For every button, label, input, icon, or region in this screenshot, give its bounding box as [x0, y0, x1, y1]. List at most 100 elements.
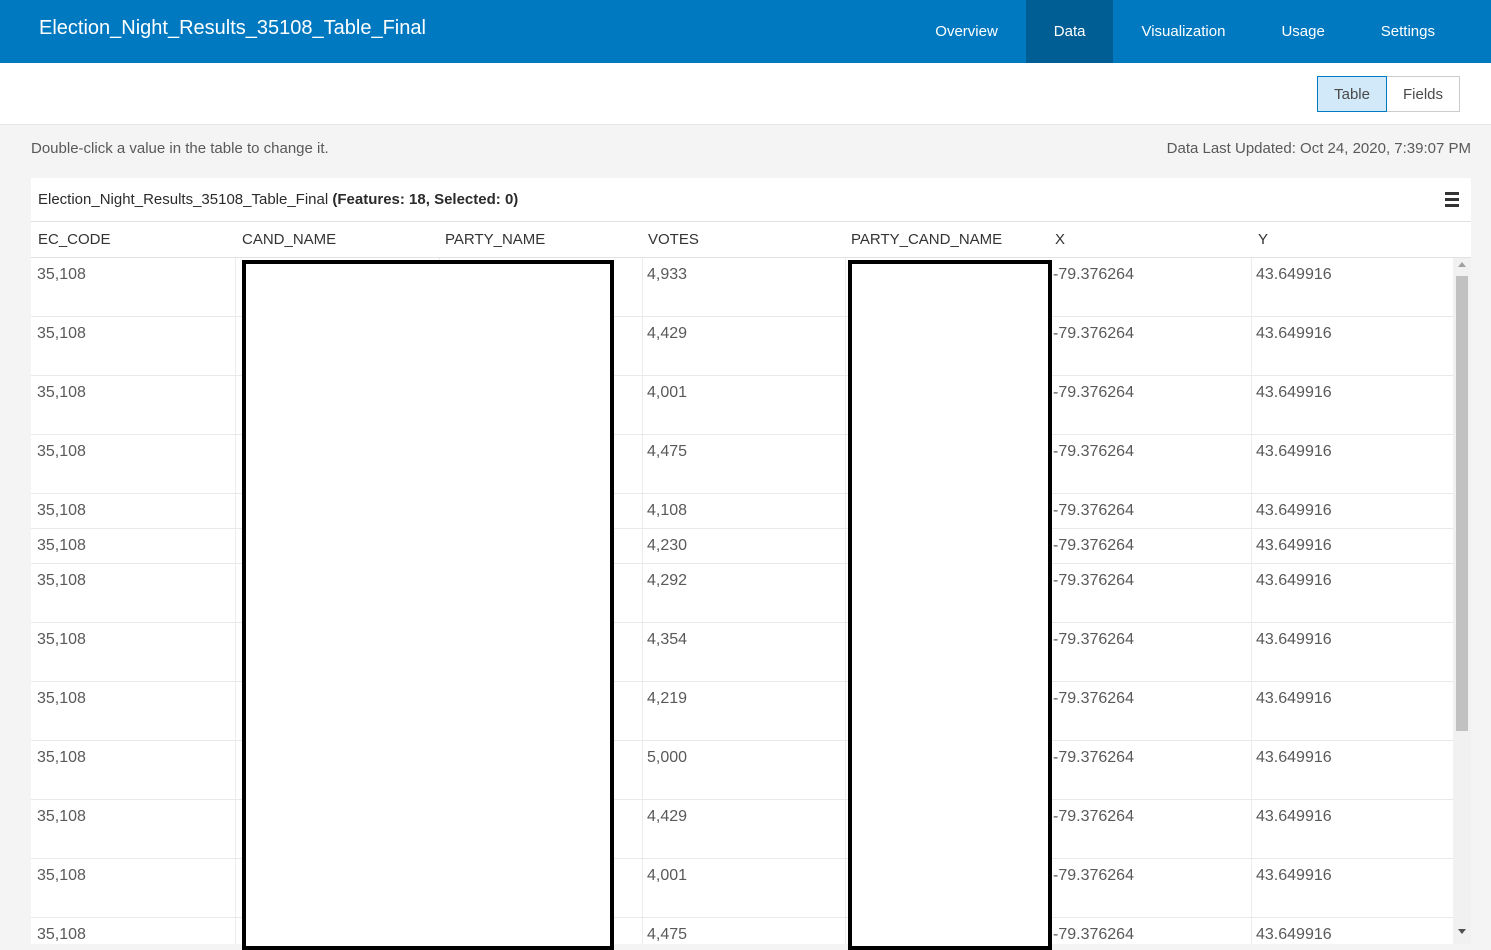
cell-y[interactable]: 43.649916: [1256, 867, 1332, 885]
column-header-party-name[interactable]: PARTY_NAME: [445, 231, 545, 248]
cell-ec-code[interactable]: 35,108: [37, 537, 86, 555]
cell-y[interactable]: 43.649916: [1256, 631, 1332, 649]
cell-votes[interactable]: 5,000: [647, 749, 687, 767]
cell-x[interactable]: -79.376264: [1053, 537, 1134, 555]
column-divider: [1251, 258, 1252, 316]
column-divider: [1251, 317, 1252, 375]
scroll-thumb[interactable]: [1456, 276, 1468, 731]
cell-ec-code[interactable]: 35,108: [37, 867, 86, 885]
column-header-y[interactable]: Y: [1258, 231, 1268, 248]
cell-x[interactable]: -79.376264: [1053, 749, 1134, 767]
cell-y[interactable]: 43.649916: [1256, 384, 1332, 402]
app-header: Election_Night_Results_35108_Table_Final…: [0, 0, 1491, 63]
column-header-votes[interactable]: VOTES: [648, 231, 699, 248]
column-divider: [235, 800, 236, 858]
column-divider: [642, 494, 643, 528]
column-divider: [1251, 435, 1252, 493]
cell-votes[interactable]: 4,429: [647, 808, 687, 826]
tab-settings[interactable]: Settings: [1353, 0, 1463, 63]
cell-votes[interactable]: 4,001: [647, 867, 687, 885]
scroll-up-icon[interactable]: [1458, 262, 1466, 267]
column-divider: [235, 564, 236, 622]
column-divider: [1251, 859, 1252, 917]
column-divider: [235, 918, 236, 944]
cell-x[interactable]: -79.376264: [1053, 808, 1134, 826]
cell-ec-code[interactable]: 35,108: [37, 325, 86, 343]
column-divider: [1251, 564, 1252, 622]
cell-ec-code[interactable]: 35,108: [37, 502, 86, 520]
cell-y[interactable]: 43.649916: [1256, 266, 1332, 284]
column-divider: [235, 682, 236, 740]
feature-count: (Features: 18, Selected: 0): [332, 191, 519, 208]
table-name: Election_Night_Results_35108_Table_Final: [38, 191, 329, 208]
column-divider: [642, 623, 643, 681]
column-divider: [235, 317, 236, 375]
cell-x[interactable]: -79.376264: [1053, 572, 1134, 590]
last-updated: Data Last Updated: Oct 24, 2020, 7:39:07…: [1166, 140, 1471, 157]
cell-votes[interactable]: 4,230: [647, 537, 687, 555]
column-divider: [235, 529, 236, 563]
table-title: Election_Night_Results_35108_Table_Final…: [38, 191, 518, 208]
cell-votes[interactable]: 4,292: [647, 572, 687, 590]
cell-x[interactable]: -79.376264: [1053, 384, 1134, 402]
fields-view-button[interactable]: Fields: [1386, 76, 1460, 112]
cell-votes[interactable]: 4,219: [647, 690, 687, 708]
column-divider: [845, 859, 846, 917]
cell-y[interactable]: 43.649916: [1256, 537, 1332, 555]
cell-y[interactable]: 43.649916: [1256, 926, 1332, 944]
cell-y[interactable]: 43.649916: [1256, 325, 1332, 343]
tab-usage[interactable]: Usage: [1253, 0, 1352, 63]
column-header-x[interactable]: X: [1055, 231, 1065, 248]
cell-y[interactable]: 43.649916: [1256, 572, 1332, 590]
column-divider: [1251, 682, 1252, 740]
tab-visualization[interactable]: Visualization: [1113, 0, 1253, 63]
tab-overview[interactable]: Overview: [907, 0, 1026, 63]
table-view-button[interactable]: Table: [1317, 76, 1387, 112]
cell-votes[interactable]: 4,933: [647, 266, 687, 284]
cell-y[interactable]: 43.649916: [1256, 690, 1332, 708]
cell-ec-code[interactable]: 35,108: [37, 690, 86, 708]
table-header-bar: Election_Night_Results_35108_Table_Final…: [31, 178, 1471, 222]
column-divider: [845, 741, 846, 799]
cell-y[interactable]: 43.649916: [1256, 443, 1332, 461]
column-header-ec-code[interactable]: EC_CODE: [38, 231, 111, 248]
cell-x[interactable]: -79.376264: [1053, 631, 1134, 649]
cell-ec-code[interactable]: 35,108: [37, 384, 86, 402]
cell-y[interactable]: 43.649916: [1256, 749, 1332, 767]
column-header-cand-name[interactable]: CAND_NAME: [242, 231, 336, 248]
main-nav: Overview Data Visualization Usage Settin…: [907, 0, 1463, 63]
cell-ec-code[interactable]: 35,108: [37, 749, 86, 767]
cell-votes[interactable]: 4,354: [647, 631, 687, 649]
tab-data[interactable]: Data: [1025, 0, 1114, 63]
cell-x[interactable]: -79.376264: [1053, 443, 1134, 461]
cell-x[interactable]: -79.376264: [1053, 266, 1134, 284]
cell-x[interactable]: -79.376264: [1053, 325, 1134, 343]
cell-votes[interactable]: 4,475: [647, 926, 687, 944]
cell-ec-code[interactable]: 35,108: [37, 926, 86, 944]
column-divider: [845, 682, 846, 740]
column-divider: [642, 376, 643, 434]
cell-x[interactable]: -79.376264: [1053, 502, 1134, 520]
column-divider: [642, 918, 643, 944]
cell-x[interactable]: -79.376264: [1053, 926, 1134, 944]
scroll-down-icon[interactable]: [1458, 929, 1466, 934]
column-divider: [845, 376, 846, 434]
cell-x[interactable]: -79.376264: [1053, 690, 1134, 708]
column-divider: [845, 317, 846, 375]
cell-votes[interactable]: 4,429: [647, 325, 687, 343]
cell-ec-code[interactable]: 35,108: [37, 266, 86, 284]
cell-votes[interactable]: 4,108: [647, 502, 687, 520]
vertical-scrollbar[interactable]: [1453, 258, 1471, 944]
cell-x[interactable]: -79.376264: [1053, 867, 1134, 885]
cell-ec-code[interactable]: 35,108: [37, 572, 86, 590]
cell-ec-code[interactable]: 35,108: [37, 808, 86, 826]
cell-ec-code[interactable]: 35,108: [37, 631, 86, 649]
cell-y[interactable]: 43.649916: [1256, 808, 1332, 826]
hamburger-menu-icon[interactable]: [1445, 192, 1459, 207]
cell-votes[interactable]: 4,001: [647, 384, 687, 402]
cell-y[interactable]: 43.649916: [1256, 502, 1332, 520]
column-header-party-cand-name[interactable]: PARTY_CAND_NAME: [851, 231, 1002, 248]
column-divider: [1251, 529, 1252, 563]
cell-votes[interactable]: 4,475: [647, 443, 687, 461]
cell-ec-code[interactable]: 35,108: [37, 443, 86, 461]
